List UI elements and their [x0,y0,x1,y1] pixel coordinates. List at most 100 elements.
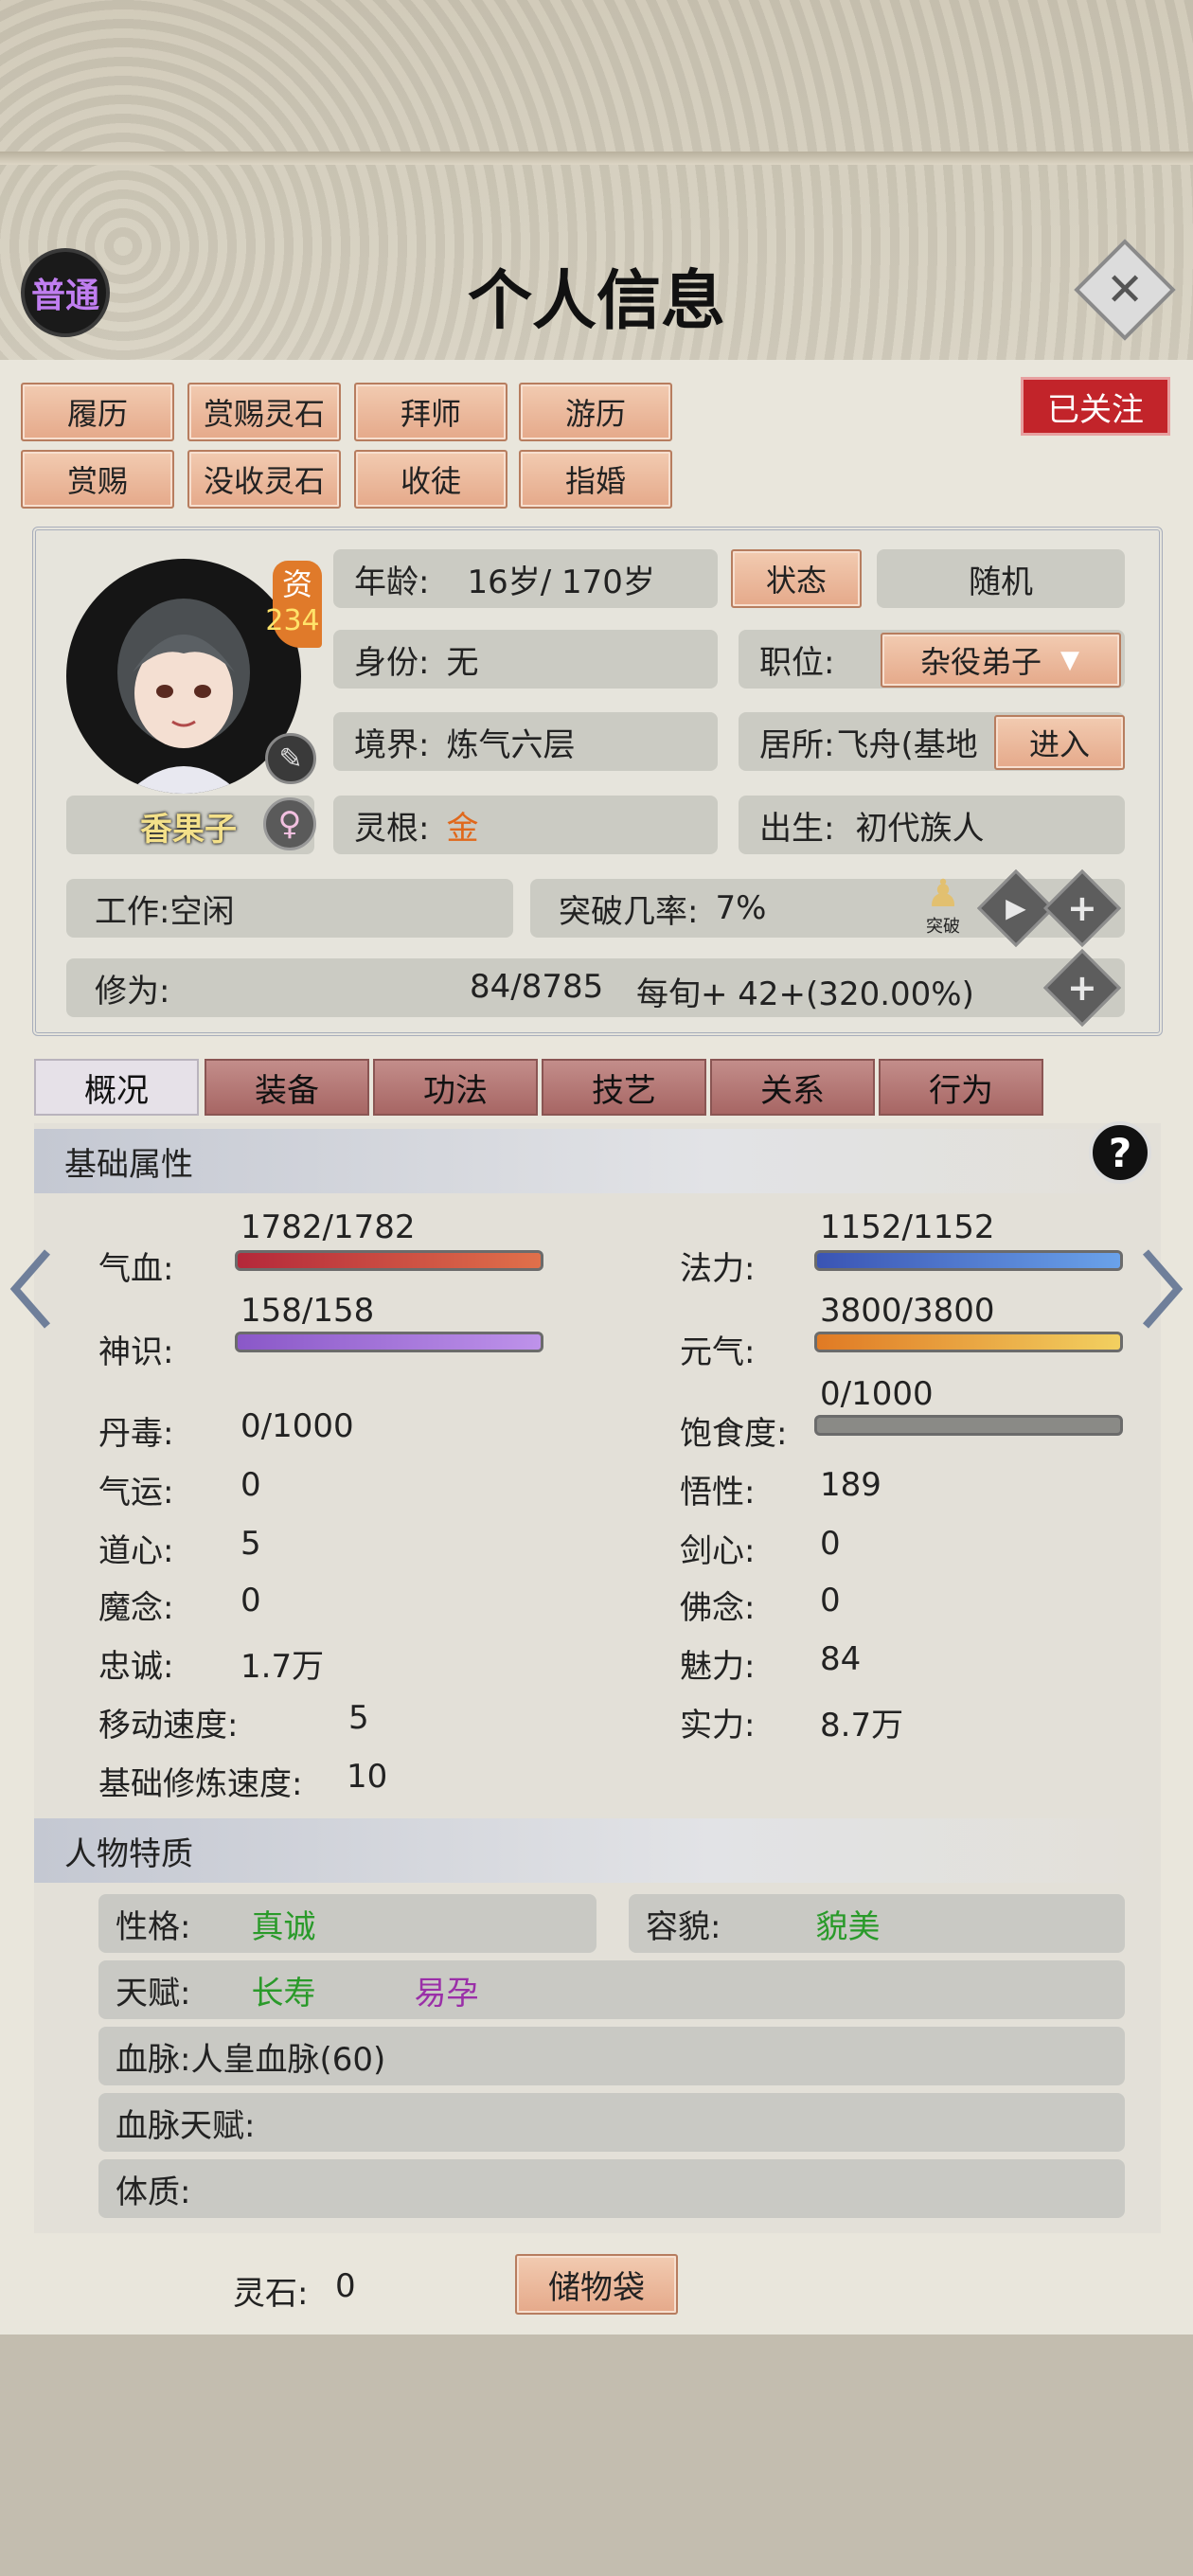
looks-row: 容貌: 貌美 [629,1894,1125,1953]
sword-label: 剑心: [680,1532,756,1570]
spirit-stones-label: 灵石: [233,2275,309,2313]
action-take-disciple-button[interactable]: 收徒 [354,450,507,509]
hp-bar-fill [238,1253,541,1268]
gender-female-icon: ♀ [263,797,316,850]
buddha-value: 0 [820,1582,841,1619]
satiety-bar [814,1415,1123,1436]
aptitude-value: 234 [265,604,320,637]
sense-bar-fill [238,1334,541,1350]
chevron-down-icon: ▼ [1060,646,1080,674]
satiety-value: 0/1000 [820,1375,934,1413]
follow-button[interactable]: 已关注 [1021,377,1170,436]
aptitude-label: 资 [281,566,312,602]
question-icon: ? [1108,1129,1132,1176]
aptitude-badge: 资 234 [265,561,322,648]
vital-bar-fill [817,1334,1120,1350]
spirit-root-field: 灵根: 金 [333,796,718,854]
mana-bar-fill [817,1253,1120,1268]
age-field: 年龄: 16岁/ 170岁 [333,549,718,608]
identity-field: 身份: 无 [333,630,718,689]
power-label: 实力: [680,1707,756,1744]
satiety-label: 饱食度: [680,1415,788,1453]
action-confiscate-stones-button[interactable]: 没收灵石 [187,450,341,509]
tab-techniques[interactable]: 功法 [373,1059,538,1116]
mana-bar [814,1250,1123,1271]
realm-field: 境界: 炼气六层 [333,712,718,771]
personality-row: 性格: 真诚 [98,1894,596,1953]
buddha-label: 佛念: [680,1589,756,1627]
page-title: 个人信息 [467,263,725,339]
action-arrange-marriage-button[interactable]: 指婚 [519,450,672,509]
position-select[interactable]: 杂役弟子 ▼ [881,633,1121,688]
character-name: 香果子 [140,811,237,849]
dao-value: 5 [240,1525,261,1563]
enter-button[interactable]: 进入 [994,715,1125,770]
breakthrough-icon[interactable]: ♟ 突破 [913,875,973,938]
vital-bar [814,1332,1123,1352]
section-basic-attributes: 基础属性 [34,1129,1161,1193]
hp-bar [235,1250,543,1271]
brush-icon: ✎ [278,742,303,776]
power-value: 8.7万 [820,1707,904,1744]
sense-label: 神识: [98,1333,174,1371]
next-arrow-button[interactable] [1138,1248,1185,1330]
bloodline-row: 血脉: 人皇血脉(60) [98,2027,1125,2085]
random-button[interactable]: 随机 [877,549,1125,608]
loyalty-label: 忠诚: [98,1648,174,1686]
charm-value: 84 [820,1640,862,1678]
talent-row: 天赋: 长寿 易孕 [98,1960,1125,2019]
speed-value: 5 [348,1699,369,1737]
edit-brush-button[interactable]: ✎ [265,733,316,784]
sense-value: 158/158 [240,1292,375,1330]
sword-value: 0 [820,1525,841,1563]
status-button[interactable]: 状态 [731,549,862,608]
tab-skills[interactable]: 技艺 [542,1059,706,1116]
dao-label: 道心: [98,1532,174,1570]
hp-value: 1782/1782 [240,1208,416,1246]
action-reward-stones-button[interactable]: 赏赐灵石 [187,383,341,441]
breakthrough-icon-label: 突破 [926,917,960,937]
sense-bar [235,1332,543,1352]
insight-value: 189 [820,1466,881,1504]
speed-label: 移动速度: [98,1707,239,1744]
storage-bag-button[interactable]: 储物袋 [515,2254,678,2315]
poison-value: 0/1000 [240,1407,354,1445]
prev-arrow-button[interactable] [8,1248,55,1330]
chevron-left-icon [9,1249,51,1329]
charm-label: 魅力: [680,1648,756,1686]
work-field: 工作: 空闲 [66,879,513,938]
bottom-strip [0,2334,1193,2576]
tab-overview[interactable]: 概况 [34,1059,199,1116]
chevron-right-icon [1142,1249,1184,1329]
help-button[interactable]: ? [1089,1121,1151,1184]
loyalty-value: 1.7万 [240,1648,325,1686]
plus-icon: + [1067,887,1097,929]
rank-badge: 普通 [21,248,110,337]
poison-label: 丹毒: [98,1415,174,1453]
action-history-button[interactable]: 履历 [21,383,174,441]
section-traits: 人物特质 [34,1818,1161,1883]
close-icon: ✕ [1105,263,1145,316]
insight-label: 悟性: [680,1474,756,1512]
luck-label: 气运: [98,1474,174,1512]
mana-value: 1152/1152 [820,1208,995,1246]
action-reward-button[interactable]: 赏赐 [21,450,174,509]
play-icon: ▶ [1006,891,1026,923]
birth-field: 出生: 初代族人 [739,796,1125,854]
spirit-stones-value: 0 [335,2267,356,2305]
tab-equipment[interactable]: 装备 [205,1059,369,1116]
blood-talent-row: 血脉天赋: [98,2093,1125,2152]
tab-behavior[interactable]: 行为 [879,1059,1043,1116]
demon-value: 0 [240,1582,261,1619]
train-speed-label: 基础修炼速度: [98,1765,303,1803]
luck-value: 0 [240,1466,261,1504]
physique-row: 体质: [98,2159,1125,2218]
train-speed-value: 10 [347,1758,388,1796]
cultivation-value: 84/8785 [470,968,604,1006]
tab-relations[interactable]: 关系 [710,1059,875,1116]
action-apprentice-button[interactable]: 拜师 [354,383,507,441]
vital-value: 3800/3800 [820,1292,995,1330]
action-travel-button[interactable]: 游历 [519,383,672,441]
vital-label: 元气: [680,1333,756,1371]
demon-label: 魔念: [98,1589,174,1627]
